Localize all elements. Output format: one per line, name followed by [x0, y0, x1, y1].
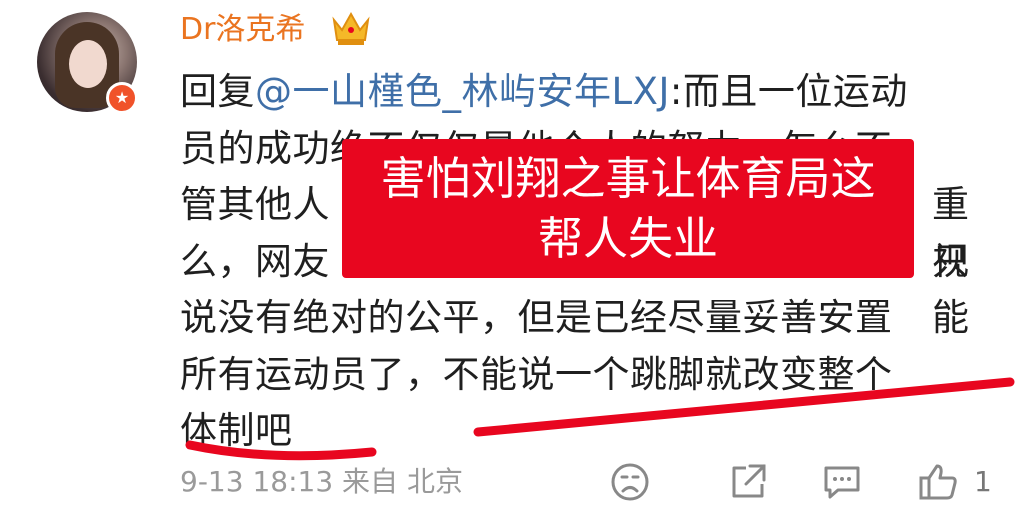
like-count: 1 — [974, 465, 992, 498]
post-meta: 9-13 18:13 来自 北京 — [180, 462, 463, 502]
sad-face-icon[interactable] — [608, 460, 652, 504]
red-underline-marks — [185, 377, 1015, 461]
thumbs-up-icon[interactable] — [916, 460, 960, 504]
underline-stroke-left — [185, 440, 377, 461]
post-time: 9-13 18:13 — [180, 465, 334, 498]
share-icon[interactable] — [726, 460, 770, 504]
underline-stroke-right — [473, 377, 1015, 437]
post-source: 来自 北京 — [342, 465, 463, 498]
comment-icon[interactable] — [820, 460, 864, 504]
